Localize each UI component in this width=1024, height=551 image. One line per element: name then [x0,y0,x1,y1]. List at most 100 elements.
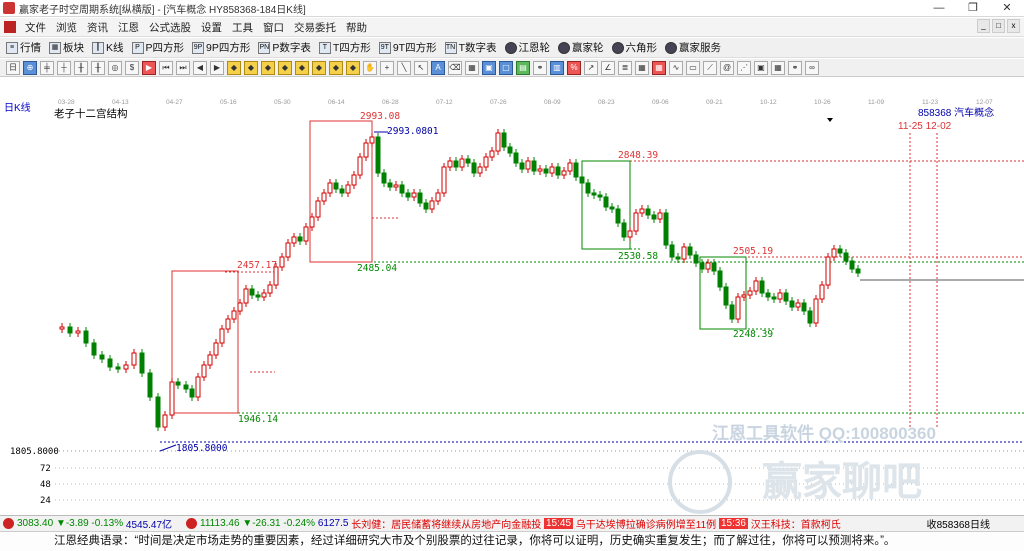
news-ticker-1[interactable]: 长刘健：居民储蓄将继续从房地产向金融投 [351,516,541,531]
photo-icon[interactable]: ▣ [754,60,768,75]
menu-file[interactable]: 文件 [20,20,51,35]
forward-icon[interactable]: ▶ [210,60,224,75]
tick-icon[interactable]: ┼ [57,60,71,75]
grid-red-icon[interactable]: ▦ [652,60,666,75]
candle-body [345,184,351,194]
gann-fan-icon[interactable]: ⟋ [703,60,717,75]
menu-formula[interactable]: 公式选股 [144,20,196,35]
menu-news[interactable]: 资讯 [82,20,113,35]
toolbar-9t-square-button[interactable]: 9T 9T四方形 [378,40,437,55]
mdi-minimize-icon[interactable]: _ [977,19,990,33]
calc-icon[interactable]: ▤ [516,60,530,75]
diamond3-icon[interactable]: ◆ [261,60,275,75]
prev-icon[interactable]: ◀ [193,60,207,75]
layout-icon[interactable]: 日 [6,60,20,75]
date-tick: 07-12 [436,99,453,106]
toolbar-quotes-button[interactable]: ≡ 行情 [6,40,41,55]
toolbar-service-button[interactable]: 赢家服务 [665,40,721,55]
dollar-icon[interactable]: $ [125,60,139,75]
toolbar-p-square-button[interactable]: P P四方形 [131,40,184,55]
next-icon[interactable]: ⏭ [176,60,190,75]
chart-type-icon[interactable]: ▥ [550,60,564,75]
diamond2-icon[interactable]: ◆ [244,60,258,75]
menu-help[interactable]: 帮助 [341,20,372,35]
diamond7-icon[interactable]: ◆ [329,60,343,75]
menu-tools[interactable]: 工具 [227,20,258,35]
angle-icon[interactable]: ∠ [601,60,615,75]
screen-icon[interactable]: ▣ [482,60,496,75]
grid-icon[interactable]: ▦ [465,60,479,75]
menu-window[interactable]: 窗口 [258,20,289,35]
toolbar-winner-wheel-button[interactable]: 赢家轮 [558,40,604,55]
line-icon[interactable]: ╲ [397,60,411,75]
diamond6-icon[interactable]: ◆ [312,60,326,75]
bars-icon[interactable]: ╪ [40,60,54,75]
window-icon[interactable]: ▢ [499,60,513,75]
candle-body [123,364,129,370]
kline-chart[interactable]: 03-28 04-13 04-27 05-16 05-30 06-14 06-28 07-12… [0,97,1024,515]
toolbar-gann-wheel-button[interactable]: 江恩轮 [504,40,550,55]
toolbar-p-table-button[interactable]: PN P数字表 [258,40,311,55]
percent-icon[interactable]: % [567,60,581,75]
eraser-icon[interactable]: ⌫ [448,60,462,75]
wave-icon[interactable]: ∿ [669,60,683,75]
toolbar-sector-button[interactable]: ▦ 板块 [49,40,84,55]
text-icon[interactable]: A [431,60,445,75]
candle-body [83,330,89,344]
target-icon[interactable]: ◎ [108,60,122,75]
mdi-close-icon[interactable]: x [1007,19,1020,33]
candle-body [225,318,231,330]
candle-body [441,166,447,194]
link-icon[interactable]: ⚭ [533,60,547,75]
minimize-icon[interactable]: — [922,0,956,17]
arrow-icon[interactable]: ↗ [584,60,598,75]
candle2-icon[interactable]: ╫ [91,60,105,75]
candle-body [669,244,675,258]
close-icon[interactable]: ✕ [990,0,1024,17]
cross-icon[interactable]: + [380,60,394,75]
candle-body [465,158,471,164]
diamond4-icon[interactable]: ◆ [278,60,292,75]
maximize-icon[interactable]: ❐ [956,0,990,17]
toolbar-hexagon-button[interactable]: 六角形 [611,40,657,55]
toolbar-kline-button[interactable]: ┃ K线 [92,40,124,55]
spiral-icon[interactable]: @ [720,60,734,75]
menu-browse[interactable]: 浏览 [51,20,82,35]
sh-index-value[interactable]: 3083.40 [17,518,53,529]
news-ticker-2[interactable]: 乌干达埃博拉确诊病例增至11例 [576,516,716,531]
diamond5-icon[interactable]: ◆ [295,60,309,75]
candle-body [291,236,297,244]
menu-gann[interactable]: 江恩 [113,20,144,35]
candle-body [279,256,285,268]
toolbar-9p-square-button[interactable]: 9P 9P四方形 [192,40,250,55]
fan2-icon[interactable]: ⋰ [737,60,751,75]
menu-settings[interactable]: 设置 [196,20,227,35]
menu-trade[interactable]: 交易委托 [289,20,341,35]
app-menu-icon[interactable] [4,21,16,33]
diamond1-icon[interactable]: ◆ [227,60,241,75]
infinity-icon[interactable]: ∞ [805,60,819,75]
9p-square-icon: 9P [192,41,205,54]
first-icon[interactable]: ⏮ [159,60,173,75]
mdi-restore-icon[interactable]: □ [992,19,1005,33]
sh-index-icon [3,518,14,529]
toolbar-t-table-button[interactable]: TN T数字表 [444,40,497,55]
cursor-icon[interactable]: ↖ [414,60,428,75]
candle-body [162,414,168,428]
flag-icon[interactable]: ▶ [142,60,156,75]
zoom-icon[interactable]: ⊕ [23,60,37,75]
candle-icon[interactable]: ╫ [74,60,88,75]
fib-icon[interactable]: ≣ [618,60,632,75]
candle-body [67,326,73,334]
diamond8-icon[interactable]: ◆ [346,60,360,75]
table-icon[interactable]: ▦ [635,60,649,75]
label-2457-17: 2457.17 [237,260,277,271]
grid3-icon[interactable]: ▦ [771,60,785,75]
box-icon[interactable]: ▭ [686,60,700,75]
news-ticker-3[interactable]: 汉王科技：首款柯氏 [751,516,841,531]
sz-index-value[interactable]: 11113.46 [200,518,239,529]
toolbar-t-square-button[interactable]: T T四方形 [318,40,371,55]
candle-body [357,156,363,176]
chain-icon[interactable]: ⚭ [788,60,802,75]
hand-icon[interactable]: ✋ [363,60,377,75]
